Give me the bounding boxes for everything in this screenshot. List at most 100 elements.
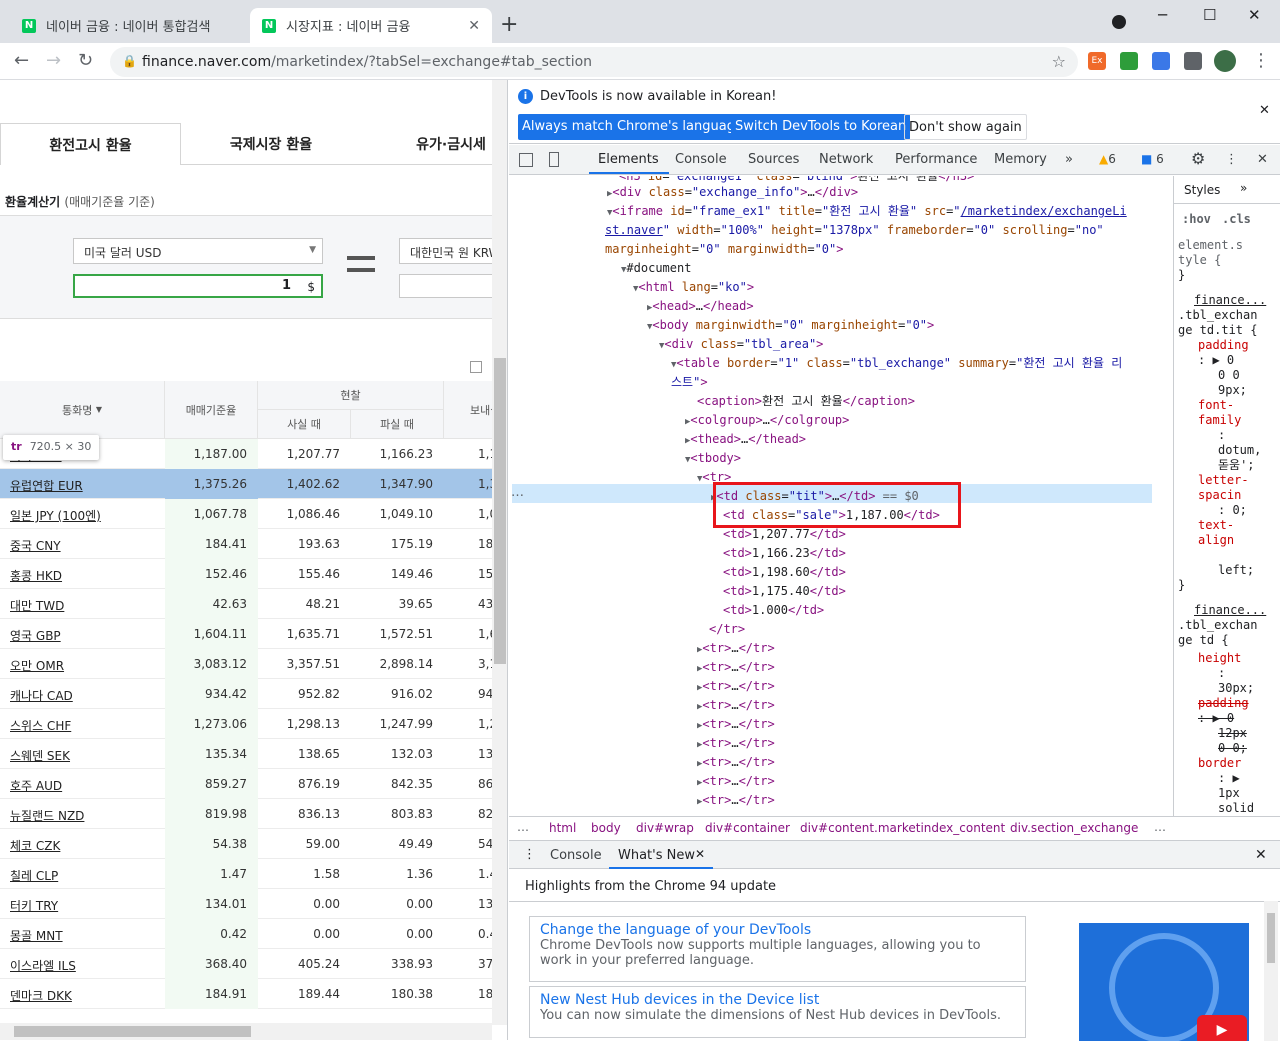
extension-ex-icon[interactable]: Ex [1088,52,1106,70]
whats-new-card[interactable]: New Nest Hub devices in the Device list … [529,986,1026,1038]
currency-link[interactable]: 오만 OMR [10,657,64,674]
more-panes-icon[interactable]: » [1240,181,1247,195]
tab-oil-gold[interactable]: 유가·금시세 [361,123,507,165]
extensions-puzzle-icon[interactable] [1184,52,1202,70]
currency-link[interactable]: 스위스 CHF [10,717,71,734]
release-video-thumbnail[interactable]: ▶ [1079,923,1249,1041]
breadcrumb-item[interactable]: div#container [705,821,790,835]
currency-link[interactable]: 영국 GBP [10,627,61,644]
currency-link[interactable]: 캐나다 CAD [10,687,73,704]
tab-performance[interactable]: Performance [895,152,977,167]
breadcrumb-item[interactable]: body [591,821,621,835]
dont-show-again-button[interactable]: Don't show again [904,114,1027,140]
drawer-tabbar: ⋮ Console What's New ✕ ✕ [509,841,1280,869]
tab-market-index[interactable]: N 시장지표 : 네이버 금융 ✕ [250,8,492,43]
settings-gear-icon[interactable]: ⚙ [1191,149,1205,168]
currency-link[interactable]: 대만 TWD [10,597,64,614]
drawer-menu-icon[interactable]: ⋮ [523,847,536,862]
currency-link[interactable]: 일본 JPY (100엔) [10,507,101,524]
currency-link[interactable]: 호주 AUD [10,777,62,794]
currency-link[interactable]: 홍콩 HKD [10,567,62,584]
close-devtools-icon[interactable]: ✕ [1257,152,1268,167]
close-infobar-icon[interactable]: ✕ [1259,103,1270,118]
tab-console[interactable]: Console [675,152,727,167]
currency-link[interactable]: 유럽연합 EUR [10,477,83,494]
to-currency-select[interactable]: 대한민국 원 KRW [399,238,499,264]
whats-new-card[interactable]: Change the language of your DevTools Chr… [529,916,1026,982]
warnings-badge[interactable]: ▲6 [1099,152,1116,166]
result-input[interactable] [399,274,499,298]
from-currency-select[interactable]: 미국 달러 USD ▼ [73,238,323,264]
currency-link[interactable]: 체코 CZK [10,837,60,854]
tab-exchange-notice[interactable]: 환전고시 환율 [0,123,181,165]
drawer-scrollbar[interactable] [1264,901,1278,1041]
extension-blue-icon[interactable] [1152,52,1170,70]
currency-link[interactable]: 뉴질랜드 NZD [10,807,84,824]
tab-intl-exchange[interactable]: 국제시장 환율 [181,123,361,165]
print-icon[interactable] [470,361,482,373]
address-bar[interactable]: 🔒 finance.naver.com/marketindex/?tabSel=… [110,47,1078,77]
bookmark-star-icon[interactable]: ☆ [1052,52,1066,71]
breadcrumb-overflow-icon[interactable]: … [517,820,529,834]
tab-naver-search[interactable]: N 네이버 금융 : 네이버 통합검색 [0,8,250,43]
tab-sources[interactable]: Sources [748,152,799,167]
card-title[interactable]: New Nest Hub devices in the Device list [540,992,1015,1008]
currency-link[interactable]: 이스라엘 ILS [10,957,76,974]
tab-network[interactable]: Network [819,152,873,167]
card-title[interactable]: Change the language of your DevTools [540,922,1015,938]
currency-link[interactable]: 중국 CNY [10,537,61,554]
tab-memory[interactable]: Memory [994,152,1047,167]
dom-tree[interactable]: <h3 id="exchange1" class="blind">환전 고시 환… [509,176,1157,816]
maximize-button[interactable]: ☐ [1203,6,1216,24]
amount-input[interactable]: 1 $ [73,274,323,298]
breadcrumb-more-icon[interactable]: … [1154,820,1166,834]
table-row: 오만 OMR3,083.123,357.512,898.143,113.95 [0,649,507,679]
minimize-button[interactable]: ─ [1158,6,1167,24]
avatar[interactable] [1214,50,1236,72]
cls-toggle[interactable]: .cls [1222,212,1251,226]
close-drawer-icon[interactable]: ✕ [1255,847,1267,863]
close-window-button[interactable]: ✕ [1248,6,1261,24]
extension-green-icon[interactable] [1120,52,1138,70]
tab-whats-new[interactable]: What's New [618,848,695,863]
scrollbar-thumb[interactable] [494,358,506,664]
breadcrumb-item[interactable]: html [549,821,576,835]
messages-badge[interactable]: ■ 6 [1141,152,1164,166]
device-toolbar-icon[interactable] [549,152,559,167]
forward-icon[interactable]: → [46,50,61,71]
breadcrumb-item[interactable]: div.section_exchange [1010,821,1138,835]
table-row: 체코 CZK54.3859.0049.4954.92 [0,829,507,859]
tab-elements[interactable]: Elements [598,152,659,167]
currency-link[interactable]: 덴마크 DKK [10,987,72,1004]
col-currency-header[interactable]: 통화명 ▼ [0,381,165,439]
devtools-menu-icon[interactable]: ⋮ [1225,152,1238,167]
scrollbar-thumb[interactable] [1267,913,1275,963]
breadcrumb-item[interactable]: div#wrap [636,821,694,835]
close-whats-new-icon[interactable]: ✕ [695,847,705,861]
switch-to-korean-button[interactable]: Switch DevTools to Korean [731,114,911,140]
node-ellipsis-icon[interactable]: … [511,485,524,500]
more-tabs-icon[interactable]: » [1065,152,1073,167]
currency-link[interactable]: 터키 TRY [10,897,58,914]
inspect-element-icon[interactable] [519,153,533,167]
close-tab-icon[interactable]: ✕ [468,18,480,34]
hov-toggle[interactable]: :hov [1182,212,1211,226]
new-tab-button[interactable]: + [500,12,518,37]
reload-icon[interactable]: ↻ [78,50,93,71]
currency-link[interactable]: 몽골 MNT [10,927,63,944]
scrollbar-thumb[interactable] [14,1026,251,1037]
play-button-icon[interactable]: ▶ [1197,1015,1247,1041]
tab-search-icon[interactable] [1112,15,1126,29]
breadcrumb-item[interactable]: div#content.marketindex_content [800,821,1005,835]
always-match-language-button[interactable]: Always match Chrome's language [518,114,747,140]
tab-styles[interactable]: Styles [1184,183,1220,197]
url-host: finance.naver.com [142,54,272,70]
tab-console-drawer[interactable]: Console [550,848,602,863]
menu-kebab-icon[interactable]: ⋮ [1252,50,1270,71]
currency-link[interactable]: 칠레 CLP [10,867,58,884]
page-vertical-scrollbar[interactable] [492,80,507,1025]
page-horizontal-scrollbar[interactable] [0,1023,492,1040]
back-icon[interactable]: ← [14,50,29,71]
currency-link[interactable]: 스웨덴 SEK [10,747,70,764]
sell-cell: 180.38 [391,987,433,1001]
